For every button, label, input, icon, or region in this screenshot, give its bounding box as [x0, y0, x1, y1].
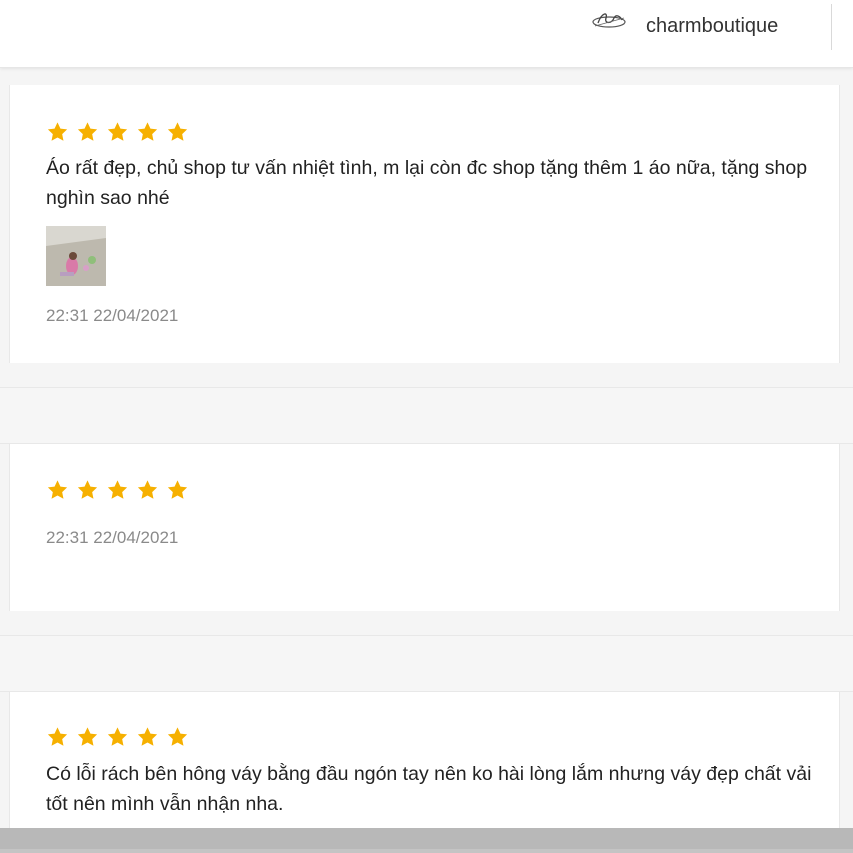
star-icon	[137, 122, 158, 141]
review-timestamp: 22:31 22/04/2021	[46, 528, 179, 547]
review-photo[interactable]	[46, 226, 106, 286]
shop-header: charmboutique	[0, 0, 853, 68]
review-timestamp: 22:31 22/04/2021	[46, 306, 179, 325]
rating-stars	[46, 121, 189, 143]
star-icon	[47, 727, 68, 746]
star-icon	[107, 122, 128, 141]
star-icon	[77, 727, 98, 746]
review-card: Áo rất đẹp, chủ shop tư vấn nhiệt tình, …	[9, 85, 840, 363]
star-icon	[137, 480, 158, 499]
rating-stars	[46, 726, 189, 748]
star-icon	[77, 480, 98, 499]
scrollbar-thumb[interactable]	[0, 828, 853, 849]
star-icon	[167, 480, 188, 499]
star-icon	[167, 727, 188, 746]
review-separator	[0, 635, 853, 692]
shop-name[interactable]: charmboutique	[646, 15, 778, 38]
header-divider	[831, 4, 832, 50]
star-icon	[77, 122, 98, 141]
star-icon	[107, 727, 128, 746]
review-text: Có lỗi rách bên hông váy bằng đầu ngón t…	[46, 763, 812, 815]
rating-stars	[46, 479, 189, 501]
star-icon	[167, 122, 188, 141]
review-photo-image	[46, 226, 106, 286]
review-text: Áo rất đẹp, chủ shop tư vấn nhiệt tình, …	[46, 157, 808, 209]
review-card: 22:31 22/04/2021	[9, 444, 840, 611]
review-separator	[0, 387, 853, 444]
star-icon	[47, 122, 68, 141]
shop-logo-icon[interactable]	[590, 8, 628, 32]
star-icon	[107, 480, 128, 499]
horizontal-scrollbar[interactable]	[0, 828, 853, 853]
star-icon	[137, 727, 158, 746]
star-icon	[47, 480, 68, 499]
